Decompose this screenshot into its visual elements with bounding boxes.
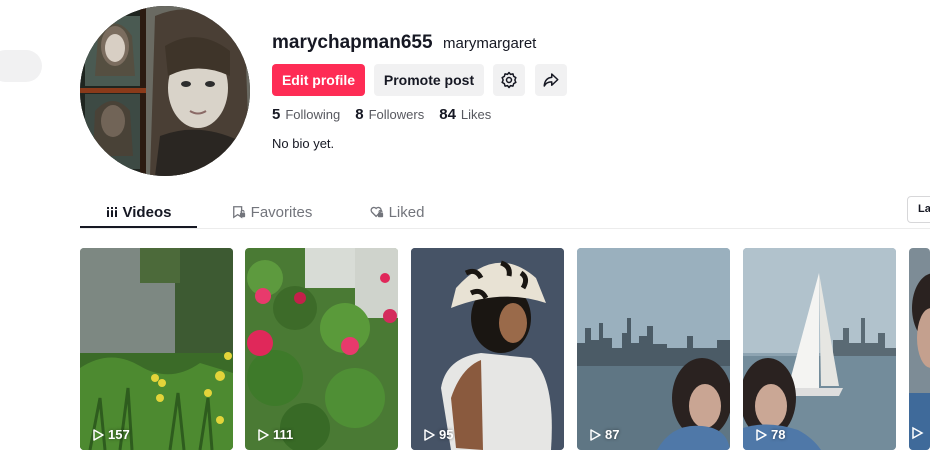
followers-stat[interactable]: 8 Followers <box>355 106 424 123</box>
settings-button[interactable] <box>493 64 525 96</box>
video-thumbnail <box>577 248 730 450</box>
followers-count: 8 <box>355 106 364 123</box>
video-thumbnail <box>245 248 398 450</box>
following-count: 5 <box>272 106 281 123</box>
tab-favorites[interactable]: Favorites <box>197 196 347 228</box>
tab-liked-label: Liked <box>388 203 425 221</box>
profile-stats: 5 Following 8 Followers 84 Likes <box>272 106 506 123</box>
likes-stat: 84 Likes <box>439 106 491 123</box>
tabs-divider <box>80 228 930 229</box>
play-icon <box>756 428 767 441</box>
edit-profile-button[interactable]: Edit profile <box>272 64 365 96</box>
video-views-count: 78 <box>771 427 786 442</box>
video-views-count: 87 <box>605 427 620 442</box>
video-views-count: 157 <box>108 427 130 442</box>
video-tile[interactable]: 78 <box>743 248 896 450</box>
video-tile[interactable]: 87 <box>577 248 730 450</box>
avatar-image <box>80 6 250 176</box>
play-icon <box>93 428 104 441</box>
gear-icon <box>500 71 518 89</box>
heart-lock-icon <box>370 205 384 219</box>
profile-bio: No bio yet. <box>272 136 335 151</box>
tab-videos[interactable]: Videos <box>80 196 197 228</box>
tab-videos-label: Videos <box>122 203 172 221</box>
video-views: 111 <box>257 427 293 442</box>
videos-grid-icon <box>105 206 118 218</box>
share-profile-button[interactable] <box>535 64 567 96</box>
tab-favorites-label: Favorites <box>250 203 313 221</box>
video-tile[interactable]: 157 <box>80 248 233 450</box>
profile-username: marychapman655 <box>272 32 433 53</box>
video-thumbnail <box>80 248 233 450</box>
following-stat[interactable]: 5 Following <box>272 106 340 123</box>
play-icon <box>424 428 435 441</box>
video-tile[interactable] <box>909 248 930 450</box>
share-icon <box>542 71 560 89</box>
video-views-count: 111 <box>273 427 294 442</box>
promote-post-button[interactable]: Promote post <box>374 64 484 96</box>
video-thumbnail <box>909 248 930 450</box>
bookmark-lock-icon <box>232 205 246 219</box>
following-label: Following <box>285 107 341 122</box>
video-views: 87 <box>589 427 619 442</box>
video-thumbnail <box>411 248 564 450</box>
play-icon <box>258 428 269 441</box>
followers-label: Followers <box>368 107 425 122</box>
sort-button[interactable]: La <box>907 196 930 223</box>
search-pill[interactable] <box>0 50 42 82</box>
tab-liked[interactable]: Liked <box>347 196 447 228</box>
play-icon <box>590 428 601 441</box>
video-thumbnail <box>743 248 896 450</box>
video-tile[interactable]: 95 <box>411 248 564 450</box>
video-views: 95 <box>423 427 453 442</box>
video-views-count: 95 <box>439 427 454 442</box>
likes-label: Likes <box>460 107 492 122</box>
video-views: 78 <box>755 427 785 442</box>
video-views: 157 <box>92 427 130 442</box>
profile-nickname: marymargaret <box>443 35 537 52</box>
likes-count: 84 <box>439 106 456 123</box>
video-tile[interactable]: 111 <box>245 248 398 450</box>
avatar[interactable] <box>80 6 250 176</box>
